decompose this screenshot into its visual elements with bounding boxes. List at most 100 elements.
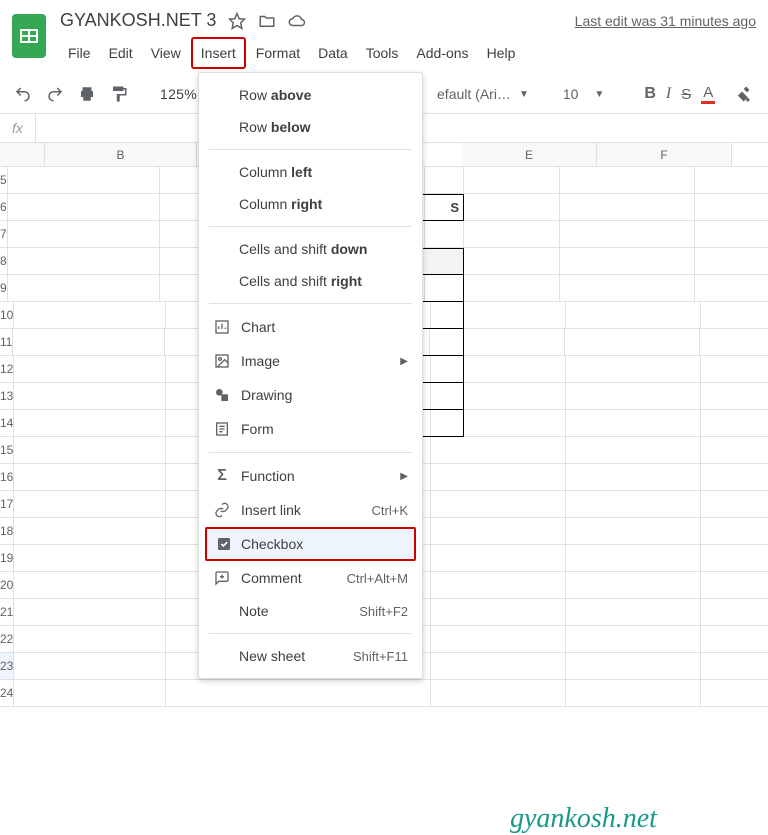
- cell[interactable]: [566, 599, 701, 626]
- cell[interactable]: [14, 572, 166, 599]
- cell[interactable]: [701, 464, 768, 491]
- cell[interactable]: [431, 626, 566, 653]
- cell[interactable]: [695, 194, 768, 221]
- menu-data[interactable]: Data: [310, 39, 356, 67]
- cell[interactable]: [560, 194, 695, 221]
- menu-view[interactable]: View: [143, 39, 189, 67]
- menu-item-row-above[interactable]: Row above: [199, 79, 422, 111]
- column-header[interactable]: F: [597, 143, 732, 166]
- row-header[interactable]: 8: [0, 248, 8, 275]
- cell[interactable]: [701, 437, 768, 464]
- cell[interactable]: [8, 194, 160, 221]
- bold-button[interactable]: B: [644, 85, 656, 103]
- menu-item-chart[interactable]: Chart: [199, 310, 422, 344]
- cell[interactable]: [14, 437, 166, 464]
- cell[interactable]: [8, 221, 160, 248]
- row-header[interactable]: 7: [0, 221, 8, 248]
- cell[interactable]: [566, 572, 701, 599]
- menu-item-comment[interactable]: Comment Ctrl+Alt+M: [199, 561, 422, 595]
- cell[interactable]: [566, 464, 701, 491]
- cell[interactable]: [14, 302, 166, 329]
- cell[interactable]: [8, 167, 160, 194]
- cell[interactable]: [431, 518, 566, 545]
- cell[interactable]: [14, 410, 166, 437]
- menu-edit[interactable]: Edit: [101, 39, 141, 67]
- cell[interactable]: [13, 329, 165, 356]
- cell[interactable]: [566, 626, 701, 653]
- cell[interactable]: [560, 275, 695, 302]
- row-header[interactable]: 14: [0, 410, 14, 437]
- zoom-select[interactable]: 125%: [160, 86, 197, 102]
- cell[interactable]: [14, 356, 166, 383]
- cell[interactable]: [695, 248, 768, 275]
- menu-item-new-sheet[interactable]: New sheet Shift+F11: [199, 640, 422, 672]
- cloud-status-icon[interactable]: [288, 12, 306, 30]
- cell[interactable]: [14, 599, 166, 626]
- row-header[interactable]: 23: [0, 653, 14, 680]
- fill-color-icon[interactable]: [731, 83, 753, 105]
- select-all-corner[interactable]: [0, 143, 45, 166]
- document-title[interactable]: GYANKOSH.NET 3: [60, 10, 216, 31]
- row-header[interactable]: 24: [0, 680, 14, 707]
- cell[interactable]: [701, 518, 768, 545]
- cell[interactable]: [695, 167, 768, 194]
- cell[interactable]: [431, 464, 566, 491]
- column-header[interactable]: B: [45, 143, 197, 166]
- cell[interactable]: [695, 221, 768, 248]
- menu-item-function[interactable]: Σ Function ▶: [199, 459, 422, 493]
- cell[interactable]: [566, 356, 701, 383]
- cell[interactable]: [566, 302, 701, 329]
- cell[interactable]: [701, 383, 768, 410]
- cell[interactable]: [14, 383, 166, 410]
- cell[interactable]: [566, 680, 701, 707]
- cell[interactable]: [431, 653, 566, 680]
- row-header[interactable]: 11: [0, 329, 13, 356]
- menu-addons[interactable]: Add-ons: [408, 39, 476, 67]
- cell[interactable]: [14, 680, 166, 707]
- cell[interactable]: [166, 680, 431, 707]
- cell[interactable]: [431, 437, 566, 464]
- cell[interactable]: [700, 329, 768, 356]
- paint-format-icon[interactable]: [108, 83, 130, 105]
- cell[interactable]: [431, 491, 566, 518]
- row-header[interactable]: 5: [0, 167, 8, 194]
- menu-item-image[interactable]: Image ▶: [199, 344, 422, 378]
- cell[interactable]: [701, 302, 768, 329]
- undo-icon[interactable]: [12, 83, 34, 105]
- menu-help[interactable]: Help: [479, 39, 524, 67]
- move-folder-icon[interactable]: [258, 12, 276, 30]
- cell[interactable]: [566, 437, 701, 464]
- row-header[interactable]: 6: [0, 194, 8, 221]
- sheets-logo-icon[interactable]: [12, 14, 46, 58]
- cell[interactable]: [566, 518, 701, 545]
- row-header[interactable]: 10: [0, 302, 14, 329]
- row-header[interactable]: 21: [0, 599, 14, 626]
- cell[interactable]: [566, 545, 701, 572]
- cell[interactable]: [431, 545, 566, 572]
- strikethrough-button[interactable]: S: [681, 86, 691, 103]
- row-header[interactable]: 17: [0, 491, 14, 518]
- cell[interactable]: [566, 410, 701, 437]
- menu-file[interactable]: File: [60, 39, 99, 67]
- cell[interactable]: [431, 572, 566, 599]
- menu-item-column-left[interactable]: Column left: [199, 156, 422, 188]
- cell[interactable]: [701, 680, 768, 707]
- redo-icon[interactable]: [44, 83, 66, 105]
- font-select[interactable]: efault (Ari… ▼: [437, 86, 529, 102]
- row-header[interactable]: 22: [0, 626, 14, 653]
- cell[interactable]: [431, 599, 566, 626]
- menu-tools[interactable]: Tools: [358, 39, 407, 67]
- cell[interactable]: [14, 491, 166, 518]
- menu-item-form[interactable]: Form: [199, 412, 422, 446]
- row-header[interactable]: 15: [0, 437, 14, 464]
- star-icon[interactable]: [228, 12, 246, 30]
- cell[interactable]: [701, 653, 768, 680]
- cell[interactable]: [560, 221, 695, 248]
- menu-item-drawing[interactable]: Drawing: [199, 378, 422, 412]
- menu-item-cells-right[interactable]: Cells and shift right: [199, 265, 422, 297]
- menu-insert[interactable]: Insert: [191, 37, 246, 69]
- cell[interactable]: [701, 410, 768, 437]
- menu-item-column-right[interactable]: Column right: [199, 188, 422, 220]
- cell[interactable]: [431, 680, 566, 707]
- cell[interactable]: [14, 626, 166, 653]
